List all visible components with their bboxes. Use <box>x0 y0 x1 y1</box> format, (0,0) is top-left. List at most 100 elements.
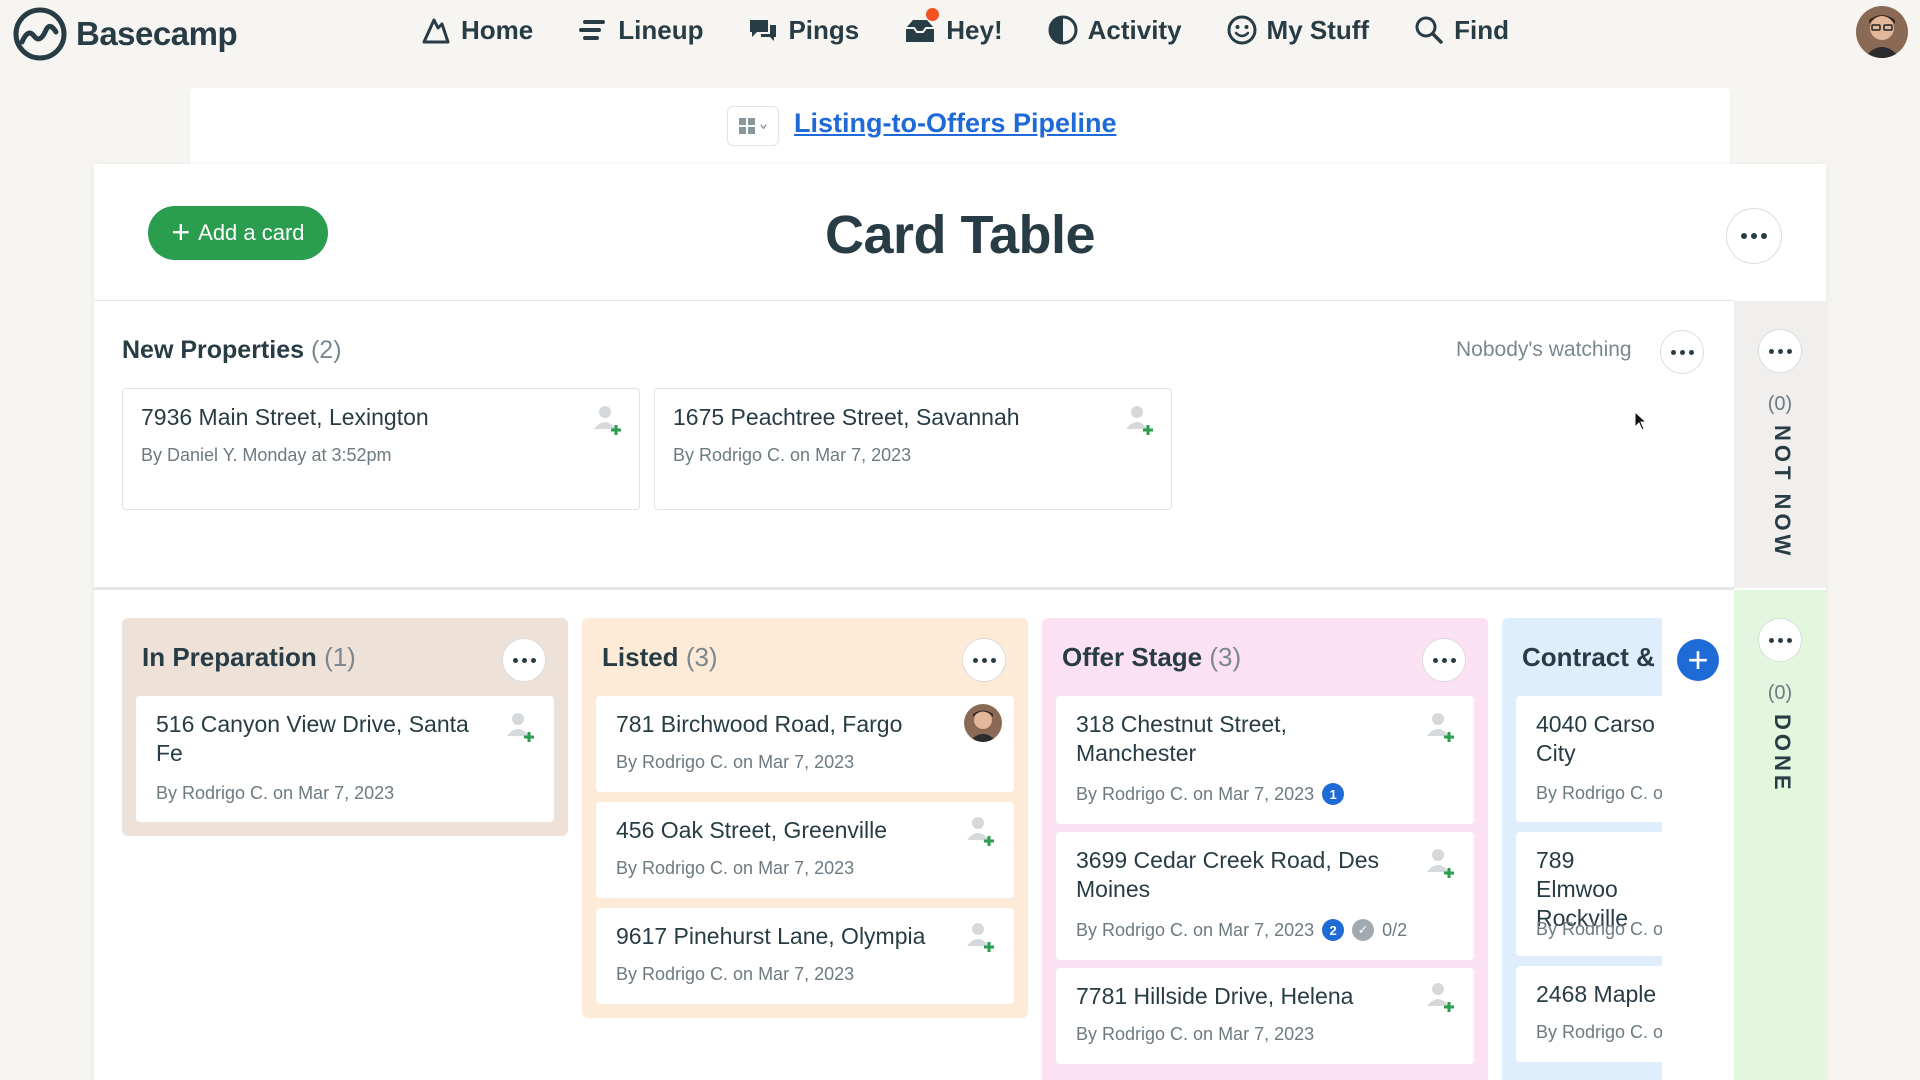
add-assignee-icon[interactable] <box>502 708 538 744</box>
card-meta: By Rodrigo C. o <box>1536 783 1662 803</box>
done-count: (0) <box>1767 682 1793 704</box>
add-column-button[interactable]: + <box>1677 639 1719 681</box>
card-meta: By Rodrigo C. on Mar 7, 2023 <box>616 752 855 772</box>
nav-home-label: Home <box>461 14 534 45</box>
nav-hey-label: Hey! <box>946 14 1003 45</box>
done-column[interactable]: (0) DONE <box>1734 590 1826 1080</box>
column-title: Listed <box>602 642 679 672</box>
not-now-menu-button[interactable] <box>1758 329 1802 373</box>
add-assignee-icon[interactable] <box>1422 844 1458 880</box>
column-title: In Preparation <box>142 642 317 672</box>
card-table-menu-button[interactable] <box>1726 208 1782 264</box>
nav-find-label: Find <box>1454 14 1509 45</box>
done-label: DONE <box>1770 714 1795 794</box>
card[interactable]: 2468 Maple By Rodrigo C. o <box>1516 966 1662 1062</box>
column-heading: Offer Stage (3) <box>1062 642 1241 673</box>
not-now-label: NOT NOW <box>1770 425 1795 560</box>
card-title: 7781 Hillside Drive, Helena <box>1076 983 1354 1009</box>
comment-count-badge: 2 <box>1322 919 1345 941</box>
nav-home[interactable]: Home <box>420 14 533 46</box>
user-avatar[interactable] <box>1856 6 1908 58</box>
comment-count-badge: 1 <box>1322 783 1345 805</box>
add-assignee-icon[interactable] <box>1121 401 1157 437</box>
card-meta: By Rodrigo C. on Mar 7, 2023 2 ✓ 0/2 <box>1076 919 1407 941</box>
card-meta: By Daniel Y. Monday at 3:52pm <box>141 445 392 465</box>
assignee-avatar[interactable] <box>964 704 1002 742</box>
page-title: Card Table <box>824 205 1096 265</box>
project-bar: Listing-to-Offers Pipeline <box>190 88 1730 168</box>
card[interactable]: 4040 Carso City By Rodrigo C. o <box>1516 696 1662 822</box>
triage-heading: New Properties (2) <box>122 336 342 365</box>
nav-lineup-label: Lineup <box>618 14 704 45</box>
nav-activity[interactable]: Activity <box>1047 14 1182 46</box>
basecamp-logo[interactable]: Basecamp <box>12 6 238 62</box>
card-title: 2468 Maple <box>1536 981 1657 1007</box>
nav-find[interactable]: Find <box>1413 14 1509 46</box>
column-menu-button[interactable] <box>962 638 1006 682</box>
add-assignee-icon[interactable] <box>962 918 998 954</box>
plus-icon: + <box>171 213 191 250</box>
search-icon <box>1415 16 1443 44</box>
card-title: 456 Oak Street, Greenville <box>616 817 888 843</box>
project-switcher[interactable] <box>727 106 779 146</box>
notification-dot <box>926 8 940 21</box>
app-name: Basecamp <box>76 15 238 52</box>
triage-card[interactable]: 1675 Peachtree Street, Savannah By Rodri… <box>654 388 1172 510</box>
watching-status[interactable]: Nobody's watching <box>1456 338 1632 362</box>
card-title: 4040 Carso City <box>1536 711 1655 766</box>
card[interactable]: 516 Canyon View Drive, Santa Fe By Rodri… <box>136 696 554 822</box>
column-menu-button[interactable] <box>502 638 546 682</box>
card-meta-text: By Rodrigo C. on Mar 7, 2023 <box>1076 783 1315 804</box>
card-title: 318 Chestnut Street, Manchester <box>1076 711 1287 766</box>
card-meta: By Rodrigo C. on Mar 7, 2023 <box>673 445 912 465</box>
card-meta: By Rodrigo C. on Mar 7, 2023 <box>1076 1024 1315 1044</box>
pings-icon <box>750 20 777 41</box>
nav-my-stuff[interactable]: My Stuff <box>1226 14 1369 46</box>
hey-icon <box>903 8 940 46</box>
card[interactable]: 789 Elmwoo Rockville By Rodrigo C. o <box>1516 832 1662 956</box>
column-count: (3) <box>1209 642 1242 672</box>
nav-pings[interactable]: Pings <box>747 14 859 46</box>
card[interactable]: 9617 Pinehurst Lane, Olympia By Rodrigo … <box>596 908 1014 1004</box>
add-assignee-icon[interactable] <box>589 401 625 437</box>
column-offer-stage: Offer Stage (3) 318 Chestnut Street, Man… <box>1042 618 1488 1080</box>
activity-icon <box>1048 15 1078 45</box>
card-meta: By Rodrigo C. on Mar 7, 2023 <box>156 783 395 803</box>
column-heading: In Preparation (1) <box>142 642 356 673</box>
not-now-column[interactable]: (0) NOT NOW <box>1734 301 1826 588</box>
column-heading: Contract & C <box>1522 642 1662 673</box>
add-card-button[interactable]: + Add a card <box>148 206 328 260</box>
triage-menu-button[interactable] <box>1660 330 1704 374</box>
card-title: 781 Birchwood Road, Fargo <box>616 711 903 737</box>
card[interactable]: 7781 Hillside Drive, Helena By Rodrigo C… <box>1056 968 1474 1064</box>
card-title: 9617 Pinehurst Lane, Olympia <box>616 923 926 949</box>
nav-lineup[interactable]: Lineup <box>577 14 703 46</box>
nav-pings-label: Pings <box>788 14 860 45</box>
nav-hey[interactable]: Hey! <box>903 8 1003 46</box>
column-in-preparation: In Preparation (1) 516 Canyon View Drive… <box>122 618 568 836</box>
card-title: 1675 Peachtree Street, Savannah <box>673 404 1020 430</box>
card-meta: By Rodrigo C. on Mar 7, 2023 1 <box>1076 783 1345 805</box>
column-menu-button[interactable] <box>1422 638 1466 682</box>
card[interactable]: 781 Birchwood Road, Fargo By Rodrigo C. … <box>596 696 1014 792</box>
column-heading: Listed (3) <box>602 642 718 673</box>
done-menu-button[interactable] <box>1758 618 1802 662</box>
add-assignee-icon[interactable] <box>1422 978 1458 1014</box>
column-listed: Listed (3) 781 Birchwood Road, Fargo By … <box>582 618 1028 1018</box>
card[interactable]: 456 Oak Street, Greenville By Rodrigo C.… <box>596 802 1014 898</box>
card-meta: By Rodrigo C. on Mar 7, 2023 <box>616 964 855 984</box>
triage-title: New Properties <box>122 336 305 364</box>
card-meta: By Rodrigo C. o <box>1536 919 1662 939</box>
card[interactable]: 318 Chestnut Street, Manchester By Rodri… <box>1056 696 1474 824</box>
grid-icon <box>739 118 755 134</box>
add-assignee-icon[interactable] <box>1422 708 1458 744</box>
triage-card[interactable]: 7936 Main Street, Lexington By Daniel Y.… <box>122 388 640 510</box>
not-now-count: (0) <box>1767 393 1793 415</box>
card[interactable]: 3699 Cedar Creek Road, Des Moines By Rod… <box>1056 832 1474 960</box>
card-meta: By Rodrigo C. on Mar 7, 2023 <box>616 858 855 878</box>
project-title-link[interactable]: Listing-to-Offers Pipeline <box>794 108 1117 139</box>
card-title: 7936 Main Street, Lexington <box>141 404 429 430</box>
mouse-cursor-icon <box>1634 411 1648 431</box>
add-assignee-icon[interactable] <box>962 812 998 848</box>
card-meta-text: By Rodrigo C. on Mar 7, 2023 <box>1076 919 1315 940</box>
